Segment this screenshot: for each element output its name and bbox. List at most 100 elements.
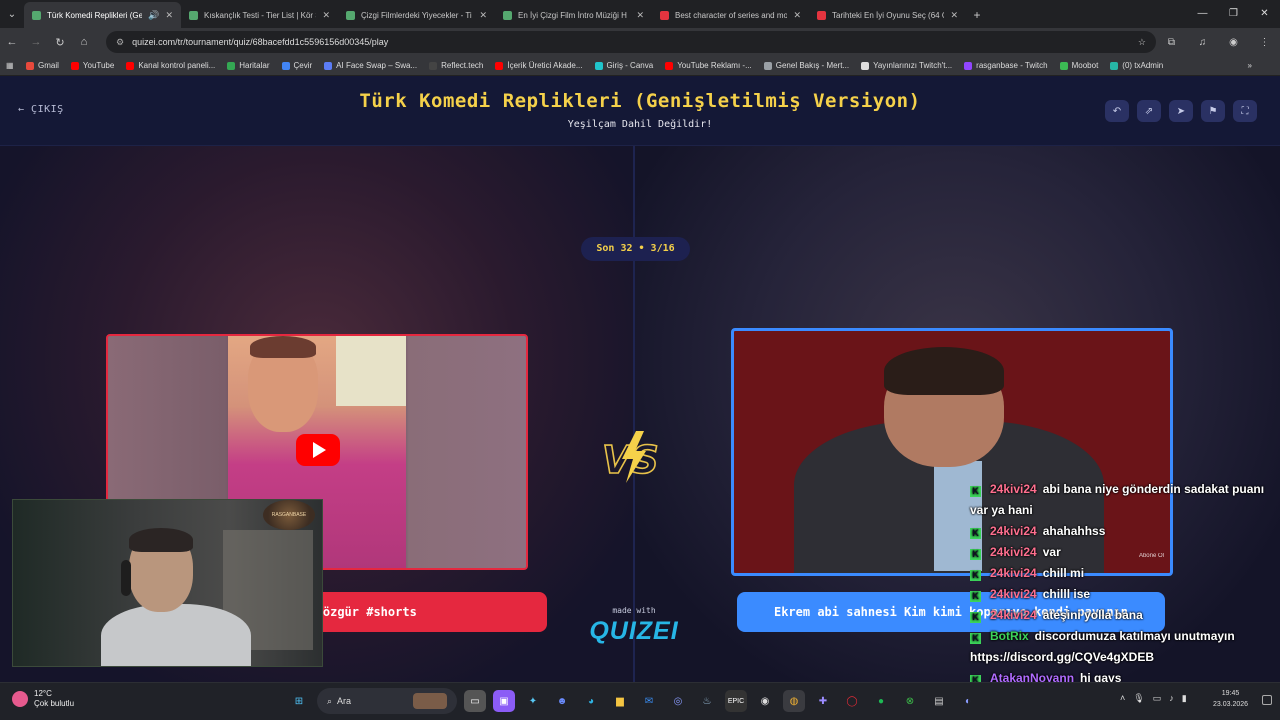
browser-tab[interactable]: En İyi Çizgi Film İntro Müziği H ✕	[495, 2, 652, 28]
bookmark-item[interactable]: Genel Bakış - Mert...	[763, 61, 849, 70]
bookmark-favicon-icon	[861, 61, 870, 70]
people-icon[interactable]: ☻	[551, 690, 573, 712]
new-tab-button[interactable]: +	[966, 2, 988, 28]
tab-title: Türk Komedi Replikleri (Ge	[47, 10, 143, 20]
display-icon[interactable]: ▭	[1153, 693, 1162, 704]
battery-icon[interactable]: ▮	[1182, 693, 1187, 704]
tab-title: En İyi Çizgi Film İntro Müziği H	[518, 10, 627, 20]
steam-icon[interactable]: ♨	[696, 690, 718, 712]
bookmark-item[interactable]: Haritalar	[227, 61, 270, 70]
task-view-icon[interactable]: ▭	[464, 690, 486, 712]
volume-icon[interactable]: ♪	[1169, 693, 1174, 704]
opera-icon[interactable]: ◯	[841, 690, 863, 712]
tab-title: Best character of series and mo	[675, 10, 788, 20]
browser-tab[interactable]: Kıskançlık Testi - Tier List | Kör S ✕	[181, 2, 338, 28]
bookmark-item[interactable]: Çevir	[281, 61, 312, 70]
minimize-icon[interactable]: —	[1187, 0, 1218, 28]
chat-message: K 24kivi24 chilll ise	[970, 584, 1276, 605]
bookmark-item[interactable]: Kanal kontrol paneli...	[126, 61, 215, 70]
bookmark-item[interactable]: YouTube	[70, 61, 114, 70]
copilot-icon[interactable]: ✦	[522, 690, 544, 712]
epic-games-icon[interactable]: EPIC	[725, 690, 747, 712]
spotify-icon[interactable]: ●	[870, 690, 892, 712]
bookmark-item[interactable]: Moobot	[1059, 61, 1098, 70]
browser-tab[interactable]: Tarihteki En İyi Oyunu Seç (64 O ✕	[809, 2, 966, 28]
system-clock[interactable]: 19:45 23.03.2026	[1213, 688, 1248, 710]
more-bookmarks-icon[interactable]: »	[1248, 61, 1252, 70]
maximize-icon[interactable]: ❐	[1218, 0, 1249, 28]
tab-close-icon[interactable]: ✕	[636, 10, 644, 21]
controller-icon[interactable]: ✚	[812, 690, 834, 712]
chat-text: chill mi	[1042, 566, 1085, 580]
quiz-subtitle: Yeşilçam Dahil Değildir!	[567, 119, 713, 130]
back-icon[interactable]: ←	[0, 36, 24, 48]
obs-icon[interactable]: ◉	[754, 690, 776, 712]
video-person-hair	[884, 347, 1004, 395]
browser-tab[interactable]: Best character of series and mo ✕	[652, 2, 809, 28]
discord-icon[interactable]: ◎	[667, 690, 689, 712]
mail-icon[interactable]: ✉	[638, 690, 660, 712]
profile-icon[interactable]: ◉	[1218, 37, 1249, 48]
chat-username: 24kivi24	[990, 587, 1037, 601]
bookmark-item[interactable]: Giriş - Canva	[594, 61, 653, 70]
reload-icon[interactable]: ↻	[48, 36, 72, 49]
notification-icon[interactable]	[1262, 695, 1272, 705]
close-window-icon[interactable]: ✕	[1249, 0, 1280, 28]
media-icon[interactable]: ♫	[1187, 37, 1218, 48]
weather-widget[interactable]: 12°C Çok bulutlu	[12, 689, 74, 709]
youtube-play-icon[interactable]	[296, 434, 340, 466]
fullscreen-icon[interactable]: ⛶	[1233, 100, 1257, 122]
address-bar[interactable]: ⚙ quizei.com/tr/tournament/quiz/68bacefd…	[106, 31, 1156, 53]
bookmark-favicon-icon	[1059, 61, 1068, 70]
tab-close-icon[interactable]: ✕	[165, 10, 173, 21]
bookmark-item[interactable]: Gmail	[26, 61, 59, 70]
apps-icon[interactable]: ▦	[6, 61, 26, 70]
discord-app-icon[interactable]: ◐	[957, 690, 979, 712]
tab-search-icon[interactable]: ⌄	[0, 0, 24, 28]
tab-close-icon[interactable]: ✕	[950, 10, 958, 21]
site-info-icon[interactable]: ⚙	[116, 37, 124, 48]
chat-username: 24kivi24	[990, 482, 1037, 496]
mic-icon[interactable]: 🎙	[1133, 693, 1144, 704]
file-explorer-icon[interactable]: ▆	[609, 690, 631, 712]
bookmark-item[interactable]: YouTube Reklamı -...	[665, 61, 752, 70]
chrome-icon[interactable]: ◍	[783, 690, 805, 712]
taskbar-search[interactable]: ⌕ Ara	[317, 688, 457, 714]
bookmark-favicon-icon	[26, 61, 34, 70]
bookmark-item[interactable]: (0) txAdmin	[1110, 61, 1163, 70]
browser-tab[interactable]: Türk Komedi Replikleri (Ge 🔊 ✕	[24, 2, 181, 28]
send-icon[interactable]: ➤	[1169, 100, 1193, 122]
browser-tab[interactable]: Çizgi Filmlerdeki Yiyecekler - Ti ✕	[338, 2, 495, 28]
forward-icon[interactable]: →	[24, 36, 48, 48]
undo-icon[interactable]: ↶	[1105, 100, 1129, 122]
quiz-header: ← ÇIKIŞ Türk Komedi Replikleri (Genişlet…	[0, 76, 1280, 146]
tab-close-icon[interactable]: ✕	[793, 10, 801, 21]
bookmark-label: YouTube Reklamı -...	[677, 61, 752, 70]
bookmark-item[interactable]: İçerik Üretici Akade...	[495, 61, 583, 70]
xbox-icon[interactable]: ⊗	[899, 690, 921, 712]
header-actions: ↶ ⇗ ➤ ⚑ ⛶	[1105, 100, 1257, 122]
flag-icon[interactable]: ⚑	[1201, 100, 1225, 122]
tray-chevron-icon[interactable]: ˄	[1120, 693, 1125, 704]
bookmark-favicon-icon	[1110, 61, 1119, 70]
thumbnail-window	[336, 336, 406, 406]
tab-audio-icon[interactable]: 🔊	[148, 10, 159, 21]
extensions-icon[interactable]: ⧉	[1156, 37, 1187, 48]
search-icon: ⌕	[327, 695, 338, 706]
share-icon[interactable]: ⇗	[1137, 100, 1161, 122]
menu-icon[interactable]: ⋮	[1249, 37, 1280, 48]
teams-icon[interactable]: ▣	[493, 690, 515, 712]
start-icon[interactable]: ⊞	[288, 690, 310, 712]
bookmark-item[interactable]: Reflect.tech	[429, 61, 483, 70]
home-icon[interactable]: ⌂	[72, 36, 96, 48]
tab-title: Çizgi Filmlerdeki Yiyecekler - Ti	[361, 10, 472, 20]
tab-close-icon[interactable]: ✕	[479, 10, 487, 21]
edge-icon[interactable]: ◕	[580, 690, 602, 712]
bookmark-item[interactable]: AI Face Swap – Swa...	[324, 61, 417, 70]
bookmark-item[interactable]: rasganbase - Twitch	[964, 61, 1048, 70]
bookmark-star-icon[interactable]: ☆	[1138, 37, 1146, 48]
app-icon[interactable]: ▤	[928, 690, 950, 712]
tab-close-icon[interactable]: ✕	[322, 10, 330, 21]
window-controls: — ❐ ✕	[1187, 0, 1280, 28]
bookmark-item[interactable]: Yayınlarınızı Twitch't...	[861, 61, 952, 70]
